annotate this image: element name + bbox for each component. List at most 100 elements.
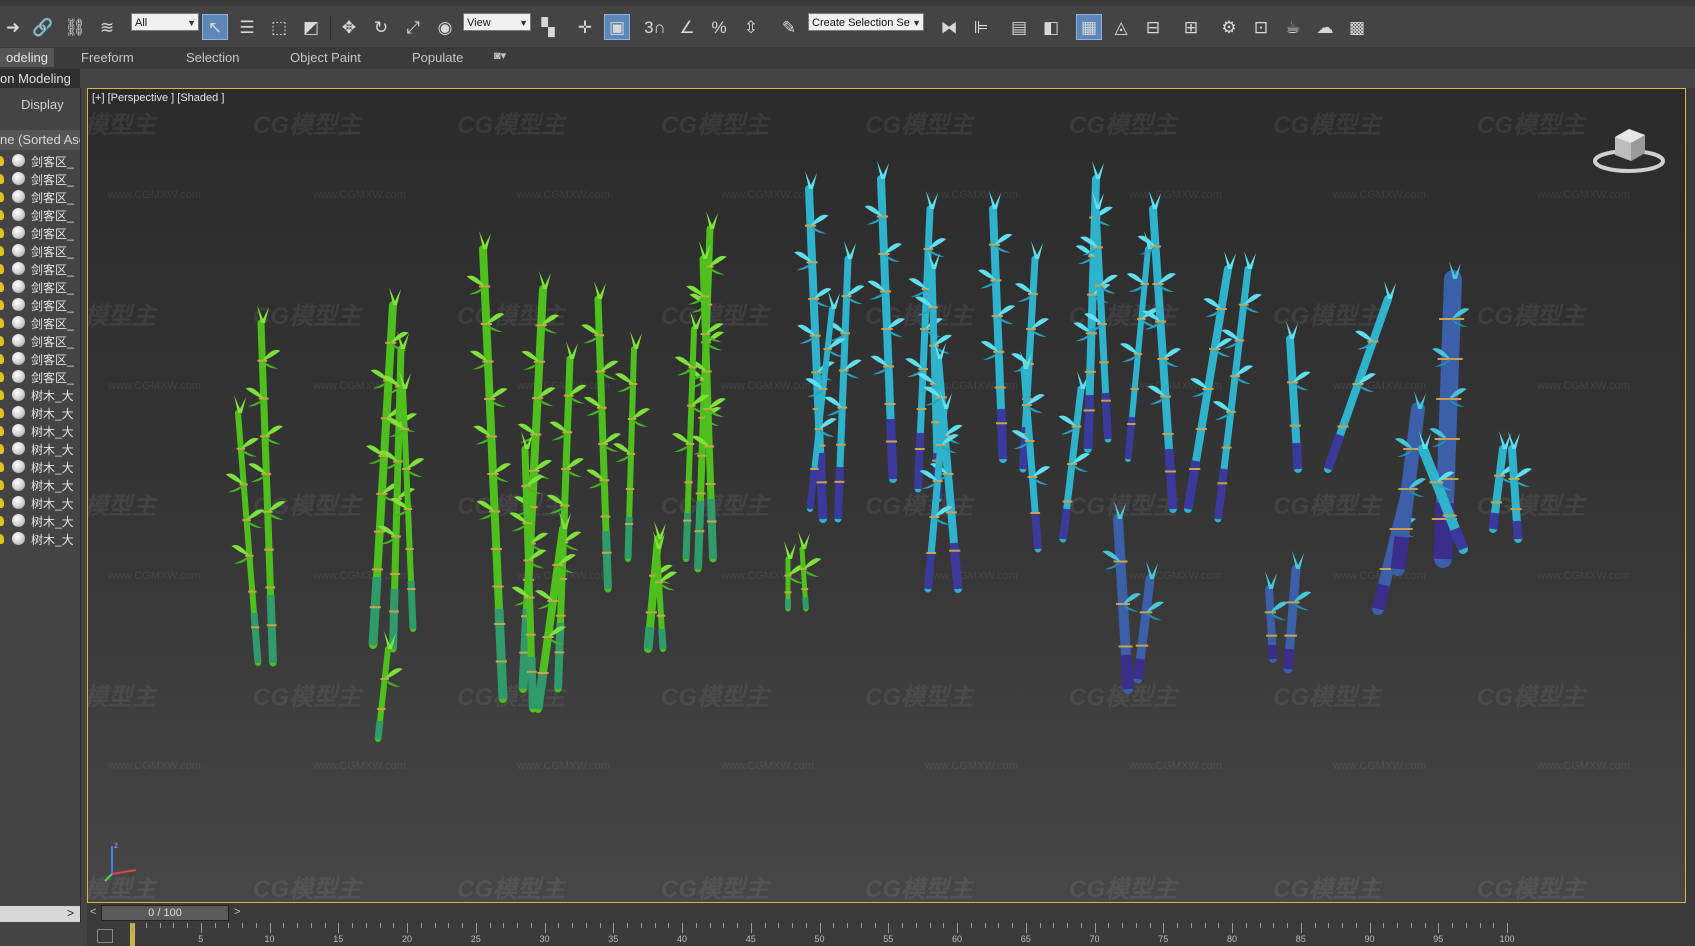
material-editor-icon[interactable]: ⊞ <box>1178 14 1204 40</box>
list-item[interactable]: 树木_大 <box>0 476 80 494</box>
mirror-icon[interactable]: ⧓ <box>936 14 962 40</box>
list-item[interactable]: 树木_大 <box>0 440 80 458</box>
light-bulb-icon[interactable] <box>0 516 4 526</box>
curve-editor-icon[interactable]: ◬ <box>1108 14 1134 40</box>
light-bulb-icon[interactable] <box>0 156 4 166</box>
horizontal-scrollbar[interactable]: > <box>0 906 80 922</box>
toggle-ribbon-icon[interactable]: ◧ <box>1038 14 1064 40</box>
light-bulb-icon[interactable] <box>0 228 4 238</box>
visibility-icon[interactable] <box>12 226 25 239</box>
visibility-icon[interactable] <box>12 316 25 329</box>
light-bulb-icon[interactable] <box>0 480 4 490</box>
layer-explorer-icon[interactable]: ▤ <box>1006 14 1032 40</box>
visibility-icon[interactable] <box>12 442 25 455</box>
ribbon-options-icon[interactable]: ◙▾ <box>494 49 506 62</box>
tab-selection[interactable]: Selection <box>186 50 239 65</box>
keyboard-shortcut-override-button[interactable]: ▣ <box>604 14 630 40</box>
bamboo-stalk[interactable] <box>366 287 409 649</box>
visibility-icon[interactable] <box>12 424 25 437</box>
select-manipulate-icon[interactable]: ✛ <box>572 14 598 40</box>
bamboo-stalk[interactable] <box>466 231 511 703</box>
bamboo-stalk[interactable] <box>653 531 677 652</box>
move-icon[interactable]: ✥ <box>336 14 362 40</box>
pivot-center-icon[interactable]: ▚ <box>535 14 561 40</box>
bamboo-stalk[interactable] <box>864 161 906 483</box>
list-item[interactable]: 剑客区_ <box>0 242 80 260</box>
viewcube-icon[interactable] <box>1589 117 1669 177</box>
tab-freeform[interactable]: Freeform <box>81 50 134 65</box>
align-icon[interactable]: ⊫ <box>968 14 994 40</box>
scene-explorer-button[interactable]: ▦ <box>1076 14 1102 40</box>
light-bulb-icon[interactable] <box>0 210 4 220</box>
visibility-icon[interactable] <box>12 406 25 419</box>
light-bulb-icon[interactable] <box>0 318 4 328</box>
visibility-icon[interactable] <box>12 496 25 509</box>
light-bulb-icon[interactable] <box>0 408 4 418</box>
rotate-icon[interactable]: ↻ <box>368 14 394 40</box>
visibility-icon[interactable] <box>12 334 25 347</box>
light-bulb-icon[interactable] <box>0 390 4 400</box>
window-crossing-icon[interactable]: ◩ <box>298 14 324 40</box>
unlink-icon[interactable]: ⛓ <box>62 14 88 40</box>
light-bulb-icon[interactable] <box>0 534 4 544</box>
light-bulb-icon[interactable] <box>0 462 4 472</box>
light-bulb-icon[interactable] <box>0 336 4 346</box>
list-item[interactable]: 树木_大 <box>0 404 80 422</box>
light-bulb-icon[interactable] <box>0 444 4 454</box>
list-item[interactable]: 剑客区_ <box>0 224 80 242</box>
visibility-icon[interactable] <box>12 190 25 203</box>
render-teapot-icon[interactable]: ☕ <box>1280 14 1306 40</box>
bamboo-stalk[interactable] <box>1323 281 1396 473</box>
undo-arrow-icon[interactable]: ➜ <box>0 14 26 40</box>
light-bulb-icon[interactable] <box>0 192 4 202</box>
time-next-button[interactable]: > <box>234 906 240 918</box>
visibility-icon[interactable] <box>12 262 25 275</box>
visibility-icon[interactable] <box>12 280 25 293</box>
select-object-button[interactable]: ↖ <box>202 14 228 40</box>
visibility-icon[interactable] <box>12 298 25 311</box>
bamboo-stalk[interactable] <box>1133 561 1164 684</box>
list-item[interactable]: 剑客区_ <box>0 188 80 206</box>
scroll-right-icon[interactable]: > <box>67 906 74 920</box>
time-slider[interactable]: 0 / 100 <box>101 905 229 921</box>
visibility-icon[interactable] <box>12 388 25 401</box>
named-selection-dropdown[interactable]: Create Selection Se ▼ <box>808 13 924 31</box>
visibility-icon[interactable] <box>12 460 25 473</box>
reference-coordinate-dropdown[interactable]: View ▼ <box>463 13 531 31</box>
visibility-icon[interactable] <box>12 478 25 491</box>
bamboo-stalk[interactable] <box>1286 321 1311 473</box>
display-menu[interactable]: Display <box>21 97 64 112</box>
list-item[interactable]: 树木_大 <box>0 458 80 476</box>
bamboo-stalk[interactable] <box>581 281 621 593</box>
bamboo-stalk[interactable] <box>374 631 403 742</box>
mini-curve-editor-icon[interactable] <box>97 929 113 943</box>
percent-snap-icon[interactable]: % <box>706 14 732 40</box>
bamboo-stalk[interactable] <box>798 531 822 612</box>
list-item[interactable]: 树木_大 <box>0 494 80 512</box>
tab-object-paint[interactable]: Object Paint <box>290 50 361 65</box>
list-item[interactable]: 剑客区_ <box>0 314 80 332</box>
visibility-icon[interactable] <box>12 532 25 545</box>
visibility-icon[interactable] <box>12 208 25 221</box>
visibility-icon[interactable] <box>12 244 25 257</box>
schematic-view-icon[interactable]: ⊟ <box>1140 14 1166 40</box>
time-prev-button[interactable]: < <box>90 906 96 918</box>
list-item[interactable]: 剑客区_ <box>0 170 80 188</box>
list-item[interactable]: 树木_大 <box>0 386 80 404</box>
list-item[interactable]: 树木_大 <box>0 512 80 530</box>
selection-filter-dropdown[interactable]: All ▼ <box>131 13 199 31</box>
light-bulb-icon[interactable] <box>0 174 4 184</box>
bamboo-stalk[interactable] <box>1183 251 1236 513</box>
link-icon[interactable]: 🔗 <box>30 14 56 40</box>
list-item[interactable]: 剑客区_ <box>0 152 80 170</box>
rectangular-selection-icon[interactable]: ⬚ <box>266 14 292 40</box>
light-bulb-icon[interactable] <box>0 264 4 274</box>
visibility-icon[interactable] <box>12 154 25 167</box>
light-bulb-icon[interactable] <box>0 282 4 292</box>
visibility-icon[interactable] <box>12 370 25 383</box>
light-bulb-icon[interactable] <box>0 426 4 436</box>
list-item[interactable]: 树木_大 <box>0 422 80 440</box>
visibility-icon[interactable] <box>12 514 25 527</box>
list-item[interactable]: 剑客区_ <box>0 296 80 314</box>
bamboo-stalk[interactable] <box>1137 191 1182 513</box>
